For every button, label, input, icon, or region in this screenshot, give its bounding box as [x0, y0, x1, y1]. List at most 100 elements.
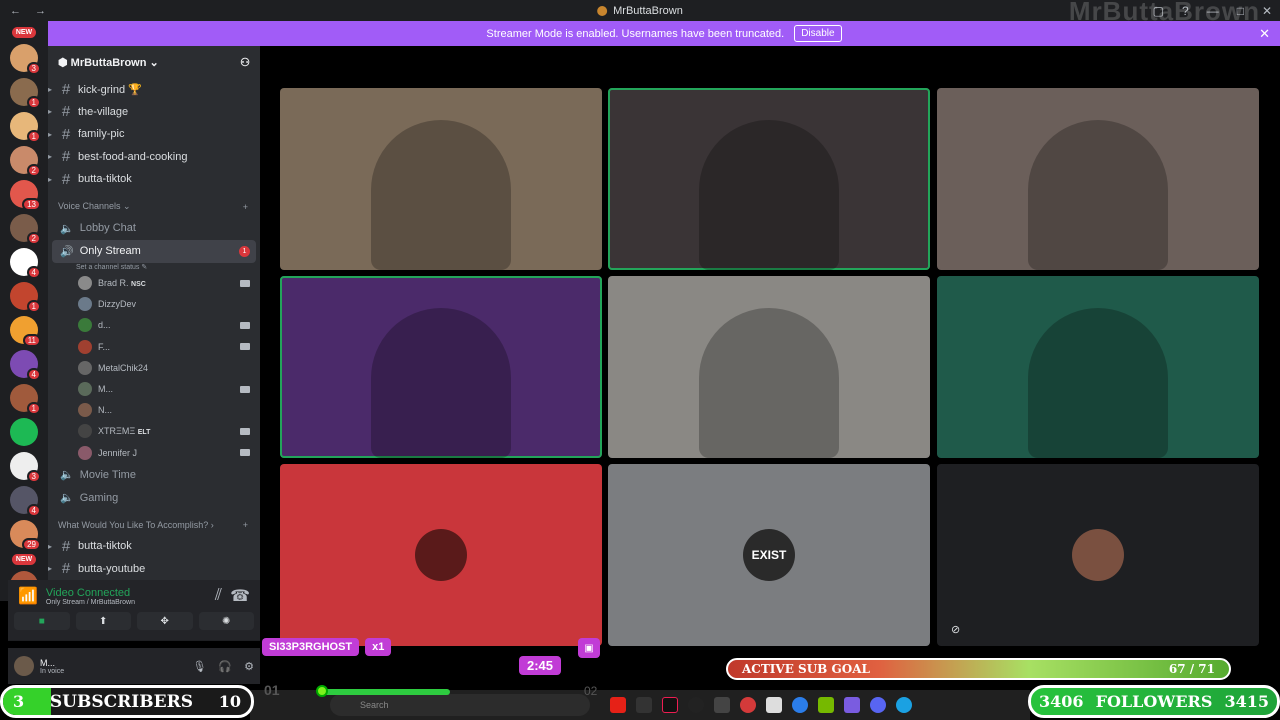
subscribers-counter: 3 SUBSCRIBERS 10 [0, 685, 254, 718]
activities-button[interactable]: ✥ [137, 612, 193, 630]
guild-header[interactable]: ⬢ MrButtaBrown ⌄ ⚇ [48, 46, 260, 78]
back-icon[interactable]: ← [10, 5, 21, 17]
participant-silhouette [371, 120, 511, 270]
browser-icon[interactable] [792, 697, 808, 713]
followers-counter: 3406 FOLLOWERS 3415 [1028, 685, 1280, 718]
camera-button[interactable]: ■ [14, 612, 70, 630]
text-channel[interactable]: ▸ # family-pic [48, 123, 260, 146]
voice-channel-lobby[interactable]: 🔈 Lobby Chat [48, 217, 260, 240]
followers-label: FOLLOWERS [1095, 692, 1213, 711]
disable-button[interactable]: Disable [794, 25, 842, 42]
discord-icon[interactable] [870, 697, 886, 713]
edge-icon[interactable] [896, 697, 912, 713]
accomplish-category[interactable]: What Would You Like To Accomplish? › + [48, 515, 260, 535]
disconnect-icon[interactable]: ☎ [230, 586, 250, 606]
text-channel[interactable]: ▸ # butta-tiktok [48, 168, 260, 191]
voice-member[interactable]: N... [48, 400, 260, 421]
server-icon[interactable]: 1 [10, 78, 41, 109]
voice-member[interactable]: Jennifer J [48, 442, 260, 463]
record-icon[interactable] [740, 697, 756, 713]
avatar[interactable] [14, 656, 34, 676]
apps-grid-icon[interactable] [844, 697, 860, 713]
add-channel-icon[interactable]: + [243, 202, 248, 212]
avatar [78, 424, 92, 439]
server-icon[interactable]: 3 [10, 452, 41, 483]
server-icon[interactable]: 1 [10, 384, 41, 415]
text-channel[interactable]: ▸ # the-village [48, 101, 260, 124]
voice-member[interactable]: F... [48, 336, 260, 357]
text-channel[interactable]: ▸ # best-food-and-cooking [48, 146, 260, 169]
close-window-icon[interactable]: ✕ [1262, 4, 1272, 18]
soundboard-button[interactable]: ✺ [198, 612, 254, 630]
server-icon[interactable]: 29 [10, 520, 41, 551]
server-icon[interactable]: 4 [10, 350, 41, 381]
voice-member[interactable]: M... [48, 378, 260, 399]
invite-icon[interactable]: ⚇ [240, 56, 250, 69]
voice-member[interactable]: MetalChik24 [48, 357, 260, 378]
text-channel[interactable]: ▸ # kick-grind 🏆 [48, 78, 260, 101]
server-icon[interactable]: 2 [10, 214, 41, 245]
video-tile-4[interactable] [280, 276, 602, 458]
voice-member[interactable]: DizzyDev [48, 294, 260, 315]
user-panel: M... In voice 🎙 🎧 ⚙ [8, 648, 260, 684]
server-icon[interactable]: 1 [10, 282, 41, 313]
server-icon[interactable]: 11 [10, 316, 41, 347]
app-icon[interactable] [766, 697, 782, 713]
stream-deck-icon[interactable] [714, 697, 730, 713]
unread-arrow-icon: ▸ [48, 541, 53, 551]
video-tile-9[interactable]: ⊘ [937, 464, 1259, 646]
obs-icon[interactable] [688, 697, 704, 713]
video-tile-6[interactable] [937, 276, 1259, 458]
capcut-icon[interactable] [636, 697, 652, 713]
tiktok-icon[interactable] [662, 697, 678, 713]
voice-category[interactable]: Voice Channels ⌄ + [48, 197, 260, 217]
noise-suppression-icon[interactable]: ⫽ [215, 587, 222, 605]
server-badge: 11 [22, 334, 41, 347]
speaker-icon: 🔈 [60, 222, 74, 235]
server-icon[interactable]: 3 [10, 44, 41, 75]
video-tile-7[interactable] [280, 464, 602, 646]
screen-share-button[interactable]: ⬆ [75, 612, 131, 630]
voice-channel[interactable]: 🔈 Movie Time [48, 463, 260, 486]
close-banner-icon[interactable]: ✕ [1259, 26, 1270, 42]
forward-icon[interactable]: → [35, 5, 46, 17]
user-name: M... [40, 657, 55, 668]
live-speaker-icon: 🔊 [60, 245, 74, 258]
text-channel[interactable]: ▸ # butta-tiktok [48, 535, 260, 558]
nvidia-icon[interactable] [818, 697, 834, 713]
slider-knob[interactable] [316, 685, 328, 697]
voice-member[interactable]: XTRΞMΞ ELT [48, 421, 260, 442]
server-icon[interactable]: 1 [10, 112, 41, 143]
hash-icon: # [61, 148, 71, 166]
server-icon[interactable]: 13 [10, 180, 41, 211]
sub-goal-bar: ACTIVE SUB GOAL 67 / 71 [726, 658, 1231, 680]
add-channel-icon[interactable]: + [243, 520, 248, 530]
video-tile-3[interactable] [937, 88, 1259, 270]
server-icon[interactable]: 4 [10, 486, 41, 517]
unread-arrow-icon: ▸ [48, 564, 53, 574]
viewer-name: SI33P3RGHOST [262, 638, 360, 656]
video-tile-1[interactable] [280, 88, 602, 270]
video-tile-5[interactable] [608, 276, 930, 458]
text-channel[interactable]: ▸ # butta-youtube [48, 558, 260, 580]
voice-badge: 1 [239, 245, 250, 257]
youtube-icon[interactable] [610, 697, 626, 713]
video-tile-8[interactable]: EXIST [608, 464, 930, 646]
settings-gear-icon[interactable]: ⚙ [244, 660, 254, 673]
channel-status-hint[interactable]: Set a channel status ✎ [48, 263, 260, 273]
voice-channel[interactable]: 🔈 Gaming [48, 486, 260, 509]
server-icon[interactable]: 2 [10, 146, 41, 177]
slider-track[interactable] [320, 689, 450, 695]
voice-member[interactable]: Brad R. NSC [48, 273, 260, 294]
voice-member[interactable]: d... [48, 315, 260, 336]
mic-icon[interactable]: 🎙 [192, 660, 206, 673]
server-badge: 1 [26, 402, 41, 415]
voice-channel-only-stream[interactable]: 🔊 Only Stream 1 [52, 239, 256, 263]
video-tile-2[interactable] [608, 88, 930, 270]
server-badge: 1 [26, 96, 41, 109]
voice-connection-panel: 📶 Video Connected Only Stream / MrButtaB… [8, 580, 260, 641]
participant-avatar: EXIST [743, 529, 795, 581]
headset-icon[interactable]: 🎧 [218, 660, 232, 673]
server-icon[interactable]: 4 [10, 248, 41, 279]
server-icon[interactable] [10, 418, 38, 446]
